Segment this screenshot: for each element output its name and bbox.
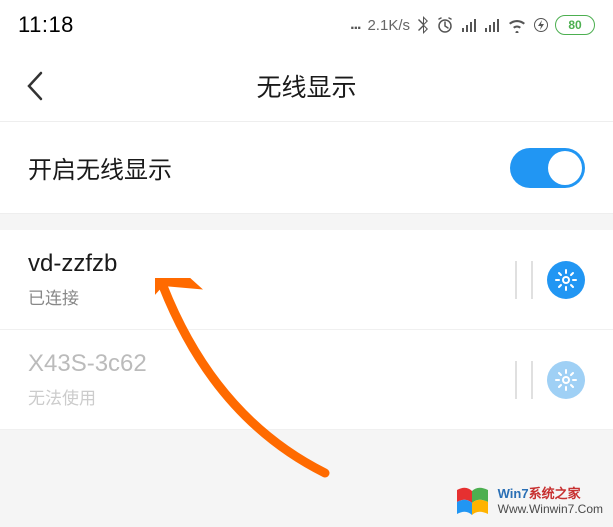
device-actions — [515, 361, 585, 399]
battery-indicator: 80 — [555, 15, 595, 35]
device-row-x43s[interactable]: X43S-3c62 无法使用 — [0, 330, 613, 430]
wifi-icon — [507, 18, 527, 33]
signal-icon-2 — [484, 18, 500, 32]
device-row-vd-zzfzb[interactable]: vd-zzfzb 已连接 — [0, 230, 613, 330]
section-gap — [0, 214, 613, 230]
header: 无线显示 — [0, 50, 613, 122]
watermark-logo — [454, 485, 492, 517]
battery-percent: 80 — [568, 18, 581, 32]
gear-icon — [555, 369, 577, 391]
gear-icon — [555, 269, 577, 291]
enable-toggle[interactable] — [510, 148, 585, 188]
device-info: X43S-3c62 无法使用 — [28, 350, 147, 409]
more-dots-icon — [350, 16, 360, 34]
enable-wireless-display-row: 开启无线显示 — [0, 122, 613, 214]
status-bar: 11:18 2.1K/s 80 — [0, 0, 613, 50]
alarm-icon — [436, 16, 454, 34]
device-settings-button[interactable] — [547, 361, 585, 399]
device-info: vd-zzfzb 已连接 — [28, 250, 117, 309]
chevron-left-icon — [26, 71, 44, 101]
device-actions — [515, 261, 585, 299]
signal-icon-1 — [461, 18, 477, 32]
status-indicators: 2.1K/s 80 — [350, 15, 595, 35]
device-name: vd-zzfzb — [28, 250, 117, 278]
status-time: 11:18 — [18, 12, 74, 38]
device-status: 已连接 — [28, 284, 117, 309]
bluetooth-icon — [417, 16, 429, 34]
divider — [515, 261, 517, 299]
toggle-knob — [548, 151, 582, 185]
page-title: 无线显示 — [256, 68, 356, 104]
watermark: Win7系统之家 Www.Winwin7.Com — [454, 485, 603, 517]
watermark-brand: Win7系统之家 — [498, 486, 603, 502]
divider — [531, 261, 533, 299]
device-status: 无法使用 — [28, 384, 147, 409]
device-settings-button[interactable] — [547, 261, 585, 299]
watermark-url: Www.Winwin7.Com — [498, 502, 603, 516]
device-name: X43S-3c62 — [28, 350, 147, 378]
divider — [531, 361, 533, 399]
back-button[interactable] — [20, 71, 50, 101]
network-speed: 2.1K/s — [367, 17, 410, 34]
enable-toggle-label: 开启无线显示 — [28, 150, 172, 185]
charging-icon — [534, 16, 548, 34]
watermark-text: Win7系统之家 Www.Winwin7.Com — [498, 486, 603, 516]
divider — [515, 361, 517, 399]
